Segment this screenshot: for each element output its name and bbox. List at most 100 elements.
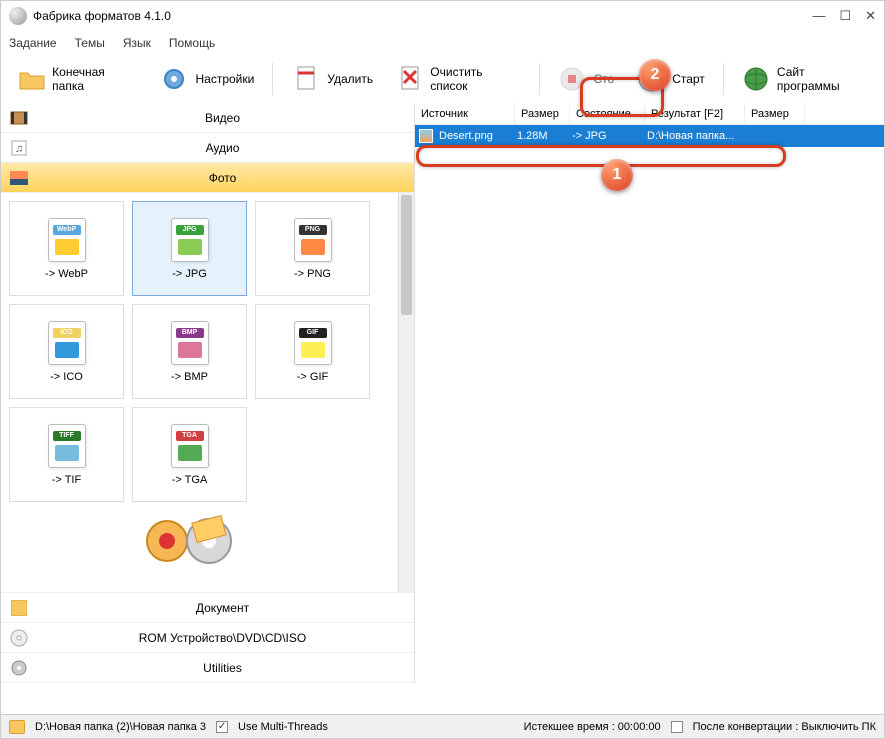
format-gif[interactable]: GIF -> GIF [255,304,370,399]
left-panel: Видео ♫ Аудио Фото WebP -> WebP JPG -> J… [1,103,415,683]
format-label: -> GIF [297,371,328,383]
multithread-checkbox[interactable]: ✓ [216,721,228,733]
file-name: Desert.png [433,130,511,142]
format-jpg[interactable]: JPG -> JPG [132,201,247,296]
clear-icon [395,64,424,94]
advanced-settings-button[interactable] [9,506,379,576]
format-label: -> BMP [171,371,208,383]
after-convert-checkbox[interactable] [671,721,683,733]
audio-icon: ♫ [9,138,29,158]
toolbar-separator [539,63,540,95]
col-out-size[interactable]: Размер [745,103,805,124]
disc-icon [9,628,29,648]
format-icon: ICO [45,321,89,365]
col-size[interactable]: Размер [515,103,570,124]
menu-bar: Задание Темы Язык Помощь [1,31,884,55]
format-icon: GIF [291,321,335,365]
folder-icon [17,64,46,94]
format-tga[interactable]: TGA -> TGA [132,407,247,502]
right-panel: Источник Размер Состояние Результат [F2]… [415,103,884,683]
folder-icon[interactable] [9,720,25,734]
toolbar-separator [272,63,273,95]
file-size: 1.28M [511,130,566,142]
col-state[interactable]: Состояние [570,103,645,124]
annotation-badge-1: 1 [601,159,633,191]
main-area: Видео ♫ Аудио Фото WebP -> WebP JPG -> J… [1,103,884,683]
output-folder-button[interactable]: Конечная папка [9,60,145,98]
format-label: -> PNG [294,268,331,280]
status-bar: D:\Новая папка (2)\Новая папка 3 ✓ Use M… [1,714,884,738]
document-icon [9,598,29,618]
website-button[interactable]: Сайт программы [734,60,876,98]
format-label: -> WebP [45,268,88,280]
maximize-button[interactable]: ☐ [839,8,851,24]
svg-text:♫: ♫ [15,143,23,155]
category-photo-label: Фото [39,171,406,185]
category-audio[interactable]: ♫ Аудио [1,133,414,163]
file-icon [419,129,433,143]
app-icon [9,7,27,25]
format-label: -> JPG [172,268,207,280]
format-icon: BMP [168,321,212,365]
stop-icon [557,64,587,94]
format-icon: TGA [168,424,212,468]
delete-icon [291,64,321,94]
output-folder-label: Конечная папка [52,65,137,93]
stop-button[interactable]: Сто [549,60,622,98]
delete-label: Удалить [327,72,373,86]
category-utilities-label: Utilities [39,661,406,675]
settings-label: Настройки [195,72,254,86]
menu-task[interactable]: Задание [9,36,57,50]
title-bar: Фабрика форматов 4.1.0 — ☐ ✕ [1,1,884,31]
menu-language[interactable]: Язык [123,36,151,50]
clear-list-button[interactable]: Очистить список [387,60,528,98]
settings-button[interactable]: Настройки [151,60,262,98]
format-webp[interactable]: WebP -> WebP [9,201,124,296]
col-result[interactable]: Результат [F2] [645,103,745,124]
delete-button[interactable]: Удалить [283,60,381,98]
format-label: -> ICO [50,371,83,383]
format-bmp[interactable]: BMP -> BMP [132,304,247,399]
col-source[interactable]: Источник [415,103,515,124]
after-convert-label: После конвертации : Выключить ПК [693,721,876,733]
gear-icon [9,658,29,678]
gear-icon [159,64,189,94]
start-label: Старт [672,72,705,86]
format-scrollbar[interactable] [398,193,414,592]
file-row[interactable]: Desert.png 1.28M -> JPG D:\Новая папка..… [415,125,884,147]
category-video-label: Видео [39,111,406,125]
format-label: -> TIF [52,474,81,486]
website-label: Сайт программы [777,65,868,93]
file-state: -> JPG [566,130,641,142]
menu-help[interactable]: Помощь [169,36,215,50]
elapsed-time: Истекшее время : 00:00:00 [524,721,661,733]
column-headers: Источник Размер Состояние Результат [F2]… [415,103,884,125]
video-icon [9,108,29,128]
category-video[interactable]: Видео [1,103,414,133]
annotation-badge-2: 2 [639,59,671,91]
format-tiff[interactable]: TIFF -> TIF [9,407,124,502]
window-controls: — ☐ ✕ [812,8,876,24]
category-audio-label: Аудио [39,141,406,155]
format-label: -> TGA [172,474,208,486]
menu-themes[interactable]: Темы [75,36,105,50]
close-button[interactable]: ✕ [865,8,876,24]
multithread-label: Use Multi-Threads [238,721,328,733]
toolbar: Конечная папка Настройки Удалить Очистит… [1,55,884,103]
format-icon: TIFF [45,424,89,468]
category-utilities[interactable]: Utilities [1,653,414,683]
format-ico[interactable]: ICO -> ICO [9,304,124,399]
photo-icon [9,168,29,188]
globe-icon [742,64,771,94]
minimize-button[interactable]: — [812,8,825,24]
scrollbar-thumb[interactable] [401,195,412,315]
category-rom[interactable]: ROM Устройство\DVD\CD\ISO [1,623,414,653]
category-document-label: Документ [39,601,406,615]
format-png[interactable]: PNG -> PNG [255,201,370,296]
toolbar-separator [723,63,724,95]
window-title: Фабрика форматов 4.1.0 [33,9,812,23]
category-photo[interactable]: Фото [1,163,414,193]
category-rom-label: ROM Устройство\DVD\CD\ISO [39,631,406,645]
output-path[interactable]: D:\Новая папка (2)\Новая папка 3 [35,721,206,733]
category-document[interactable]: Документ [1,593,414,623]
